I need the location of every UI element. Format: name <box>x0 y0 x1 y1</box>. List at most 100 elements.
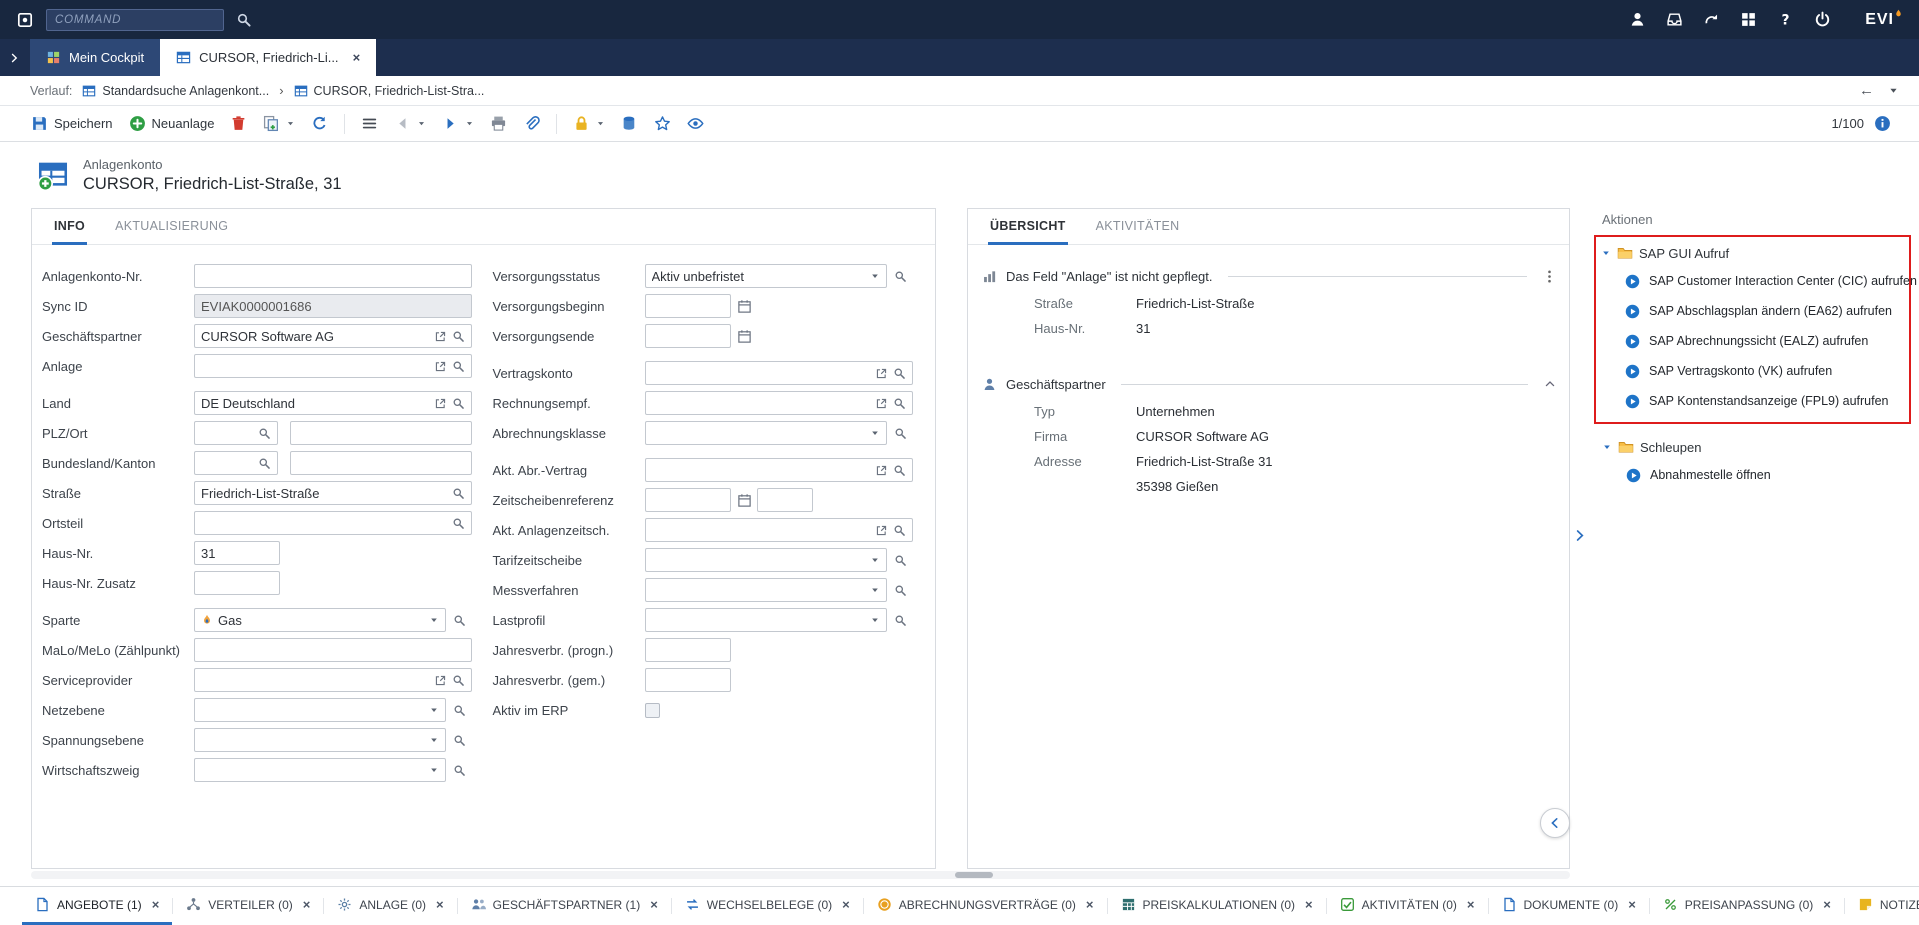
netzebene-dropdown-icon[interactable] <box>429 705 439 715</box>
close-icon[interactable]: × <box>353 50 361 65</box>
history-item-standardsuche-anlagenkont[interactable]: Standardsuche Anlagenkont... <box>82 84 269 98</box>
anlage-input[interactable] <box>194 354 472 378</box>
new-button[interactable]: Neuanlage <box>122 111 222 137</box>
netzebene-search-icon[interactable] <box>453 704 466 717</box>
delete-button[interactable] <box>223 111 254 137</box>
lastprofil-input[interactable] <box>645 608 887 632</box>
info-icon[interactable] <box>1874 115 1891 132</box>
action-sap-vertragskonto-vk-aufrufen[interactable]: SAP Vertragskonto (VK) aufrufen <box>1601 356 1905 386</box>
spannungsebene-search-icon[interactable] <box>453 734 466 747</box>
tab-info[interactable]: INFO <box>52 209 87 245</box>
akt-abr-vertrag-input[interactable] <box>645 458 913 482</box>
previous-record-button[interactable] <box>387 111 433 137</box>
app-logo-icon[interactable] <box>16 11 34 29</box>
zeitscheibenreferenz-input[interactable] <box>645 488 731 512</box>
versorgungsstatus-dropdown-icon[interactable] <box>870 271 880 281</box>
close-icon[interactable]: × <box>152 897 160 912</box>
vertragskonto-search-icon[interactable] <box>893 367 906 380</box>
haus-nr-input[interactable]: 31 <box>194 541 280 565</box>
action-sap-kontenstandsanzeige-fpl9-aufrufen[interactable]: SAP Kontenstandsanzeige (FPL9) aufrufen <box>1601 386 1905 416</box>
plz-ort-search-icon[interactable] <box>258 427 271 440</box>
tarifzeitscheibe-input[interactable] <box>645 548 887 572</box>
bottom-tab-notizen-0[interactable]: NOTIZEN (0)× <box>1845 887 1919 925</box>
menu-button[interactable] <box>354 111 385 137</box>
aktiv-im-erp-checkbox[interactable] <box>645 703 660 718</box>
search-icon[interactable] <box>236 12 252 28</box>
abrechnungsklasse-search-icon[interactable] <box>894 427 907 440</box>
collapse-panel-button[interactable] <box>1540 808 1570 838</box>
versorgungsbeginn-input[interactable] <box>645 294 731 318</box>
close-icon[interactable]: × <box>842 897 850 912</box>
plz-ort-input2[interactable] <box>290 421 472 445</box>
history-dropdown-icon[interactable] <box>1888 85 1899 96</box>
tarifzeitscheibe-dropdown-icon[interactable] <box>870 555 880 565</box>
bottom-tab-wechselbelege-0[interactable]: WECHSELBELEGE (0)× <box>672 887 863 925</box>
copy-caret-icon[interactable] <box>286 119 295 128</box>
print-button[interactable] <box>483 111 514 137</box>
window-tab-cursor-friedrich-li[interactable]: CURSOR, Friedrich-Li...× <box>160 39 376 76</box>
versorgungsstatus-input[interactable]: Aktiv unbefristet <box>645 264 887 288</box>
horizontal-scrollbar[interactable] <box>31 871 1570 879</box>
permissions-button[interactable] <box>566 111 612 137</box>
bottom-tab-angebote-1[interactable]: ANGEBOTE (1)× <box>22 887 172 925</box>
zeitscheibenreferenz-calendar-icon[interactable] <box>737 493 752 508</box>
bottom-tab-abrechnungsvertraege-0[interactable]: ABRECHNUNGSVERTRÄGE (0)× <box>864 887 1107 925</box>
action-sap-abschlagsplan-aendern-ea62-aufrufen[interactable]: SAP Abschlagsplan ändern (EA62) aufrufen <box>1601 296 1905 326</box>
window-tab-mein-cockpit[interactable]: Mein Cockpit <box>30 39 160 76</box>
messverfahren-search-icon[interactable] <box>894 584 907 597</box>
vertragskonto-open-icon[interactable] <box>875 367 888 380</box>
bottom-tab-geschaeftspartner-1[interactable]: GESCHÄFTSPARTNER (1)× <box>458 887 671 925</box>
serviceprovider-input[interactable] <box>194 668 472 692</box>
tab-uebersicht[interactable]: ÜBERSICHT <box>988 209 1068 245</box>
bottom-tab-aktivitaeten-0[interactable]: AKTIVITÄTEN (0)× <box>1327 887 1488 925</box>
scrollbar-thumb[interactable] <box>955 872 993 878</box>
versorgungsende-input[interactable] <box>645 324 731 348</box>
next-record-button[interactable] <box>435 111 481 137</box>
bundesland-kanton-input2[interactable] <box>290 451 472 475</box>
spannungsebene-input[interactable] <box>194 728 446 752</box>
logout-icon[interactable] <box>1814 11 1831 28</box>
history-back-icon[interactable]: ← <box>1859 82 1874 99</box>
zeitscheibenreferenz-input2[interactable] <box>757 488 813 512</box>
section-menu-icon[interactable] <box>1542 269 1557 284</box>
rechnungsempf-open-icon[interactable] <box>875 397 888 410</box>
previous-record-caret-icon[interactable] <box>417 119 426 128</box>
land-search-icon[interactable] <box>452 397 465 410</box>
collapse-group-icon[interactable] <box>1602 442 1612 452</box>
sparte-dropdown-icon[interactable] <box>429 615 439 625</box>
strasse-input[interactable]: Friedrich-List-Straße <box>194 481 472 505</box>
apps-icon[interactable] <box>1740 11 1757 28</box>
rechnungsempf-input[interactable] <box>645 391 913 415</box>
serviceprovider-open-icon[interactable] <box>434 674 447 687</box>
spannungsebene-dropdown-icon[interactable] <box>429 735 439 745</box>
land-input[interactable]: DE Deutschland <box>194 391 472 415</box>
plz-ort-input[interactable] <box>194 421 278 445</box>
collapse-group-icon[interactable] <box>1601 248 1611 258</box>
expand-menu-icon[interactable] <box>8 52 20 64</box>
versorgungsstatus-search-icon[interactable] <box>894 270 907 283</box>
user-icon[interactable] <box>1629 11 1646 28</box>
geschaeftspartner-search-icon[interactable] <box>452 330 465 343</box>
bundesland-kanton-input[interactable] <box>194 451 278 475</box>
expand-panel-icon[interactable] <box>1572 528 1587 543</box>
tab-aktivitaeten[interactable]: AKTIVITÄTEN <box>1094 209 1182 245</box>
geschaeftspartner-open-icon[interactable] <box>434 330 447 343</box>
history-item-cursor-friedrich-list-stra[interactable]: CURSOR, Friedrich-List-Stra... <box>294 84 485 98</box>
tab-aktualisierung[interactable]: AKTUALISIERUNG <box>113 209 230 245</box>
action-sap-customer-interaction-center-cic-aufrufen[interactable]: SAP Customer Interaction Center (CIC) au… <box>1601 266 1905 296</box>
lastprofil-dropdown-icon[interactable] <box>870 615 880 625</box>
dataset-button[interactable] <box>614 111 645 137</box>
action-folder-sap-gui-aufruf[interactable]: SAP GUI Aufruf <box>1601 240 1905 266</box>
command-input[interactable]: COMMAND <box>46 9 224 31</box>
share-icon[interactable] <box>1703 11 1720 28</box>
tarifzeitscheibe-search-icon[interactable] <box>894 554 907 567</box>
abrechnungsklasse-input[interactable] <box>645 421 887 445</box>
action-sap-abrechnungssicht-ealz-aufrufen[interactable]: SAP Abrechnungssicht (EALZ) aufrufen <box>1601 326 1905 356</box>
versorgungsbeginn-calendar-icon[interactable] <box>737 299 752 314</box>
action-abnahmestelle-oeffnen[interactable]: Abnahmestelle öffnen <box>1602 460 1905 490</box>
jahresverbr-gem-input[interactable] <box>645 668 731 692</box>
sparte-input[interactable]: Gas <box>194 608 446 632</box>
rechnungsempf-search-icon[interactable] <box>893 397 906 410</box>
malo-melo-zaehlpunkt-input[interactable] <box>194 638 472 662</box>
vertragskonto-input[interactable] <box>645 361 913 385</box>
